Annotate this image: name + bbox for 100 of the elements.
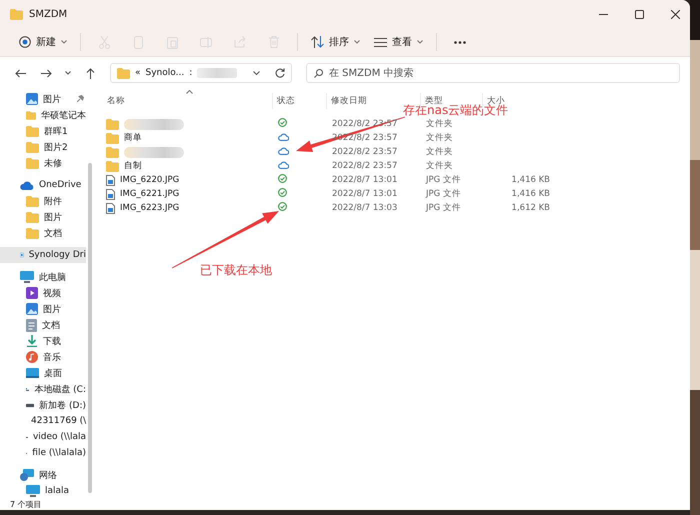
nav-item[interactable]: 视频 [0,285,86,301]
nav-item[interactable]: Synology Dri [0,247,86,263]
nav-item[interactable]: 此电脑 [0,269,86,285]
nav-item[interactable]: 华硕笔记本 [0,107,86,123]
file-name[interactable]: IMG_6221.JPG [120,189,180,199]
nav-item[interactable]: 图片 [0,209,86,225]
paste-icon [166,36,178,48]
copy-icon [134,36,142,48]
type-cell-text: 文件夹 [426,132,454,144]
network-icon [20,469,34,481]
caret-icon [61,40,67,44]
type-cell-text: 文件夹 [426,160,454,172]
date-cell-text: 2022/8/7 13:03 [332,203,398,213]
nav-item[interactable]: 42311769 (\ [0,413,86,429]
breadcrumb[interactable]: : [189,68,192,78]
column-header[interactable]: 状态 [272,93,332,109]
size-cell-text: 1,416 KB [510,175,550,185]
share-icon [234,36,246,48]
folder-icon [106,132,119,144]
nav-item[interactable]: OneDrive [0,177,86,193]
search-field[interactable]: 在 SMZDM 中搜索 [306,63,680,83]
window-title: SMZDM [29,8,68,20]
file-name[interactable]: IMG_6223.JPG [120,203,180,213]
chevron-icon [253,71,260,75]
folder-icon [26,212,39,222]
caret-icon [417,40,423,44]
scrollbar-thumb[interactable] [88,163,92,493]
item-count: 7 个项目 [10,498,42,510]
nav-item[interactable]: 群晖1 [0,123,86,139]
date-cell-text: 2022/8/2 23:57 [332,147,398,157]
search-icon [314,69,323,78]
type-cell-text: 文件夹 [426,118,454,130]
up-arrow-icon [86,68,94,78]
nav-item[interactable]: 附件 [0,193,86,209]
date-cell-text: 2022/8/2 23:57 [332,161,398,171]
maximize-icon [634,10,644,18]
sort-icon [311,36,324,48]
pictures-icon [26,303,38,315]
folder-icon [106,118,119,130]
document-icon [26,318,37,332]
blurred-segment [197,68,238,78]
forward-arrow-icon [40,68,52,78]
folder-icon [10,8,23,20]
nav-item[interactable]: lalala [0,483,86,498]
annotation-text: 已下载在本地 [200,262,272,279]
toolbar-button[interactable]: 排序 [306,31,365,53]
nav-item[interactable]: 网络 [0,467,86,483]
image-file-icon [106,202,115,214]
nav-item[interactable]: 音乐 [0,349,86,365]
refresh-icon[interactable] [275,68,285,78]
type-cell-text: JPG 文件 [426,202,462,214]
back-arrow-icon [14,68,26,78]
nav-item[interactable]: 文档 [0,317,86,333]
image-file-icon [106,188,115,200]
cut-icon [98,36,110,48]
address-bar[interactable]: « Synolo... : [110,63,292,83]
chevron-icon [65,71,71,75]
nav-item[interactable]: 下载 [0,333,86,349]
computer-icon [26,485,40,497]
breadcrumb-overflow[interactable]: « [135,68,141,78]
file-name[interactable]: 自制 [124,160,142,172]
image-file-icon [106,174,115,186]
nav-item[interactable]: 本地磁盘 (C: [0,381,86,397]
drive-icon [26,402,34,408]
type-cell-text: 文件夹 [426,146,454,158]
folder-icon [106,146,119,158]
file-name[interactable]: IMG_6220.JPG [120,175,180,185]
toolbar-button[interactable]: 查看 [369,31,428,53]
date-cell-text: 2022/8/7 13:01 [332,189,398,199]
desktop-icon [26,368,39,378]
nav-item[interactable]: file (\\lalala) [0,445,86,461]
toolbar-button[interactable]: 新建 [14,31,72,53]
nav-item[interactable]: 新加卷 (D:) [0,397,86,413]
nav-item[interactable]: 图片 [0,301,86,317]
file-name[interactable]: 商单 [124,132,142,144]
size-cell-text: 1,612 KB [510,203,550,213]
nav-item[interactable]: 图片2 [0,139,86,155]
nav-item[interactable]: 桌面 [0,365,86,381]
download-icon [26,335,38,347]
type-cell-text: JPG 文件 [426,188,462,200]
nav-item[interactable]: video (\\lala [0,429,86,445]
type-cell-text: JPG 文件 [426,174,462,186]
close-icon [670,10,680,18]
breadcrumb[interactable]: Synolo... [146,68,184,78]
nav-item[interactable]: 文档 [0,225,86,241]
new-icon [19,36,31,48]
nav-item[interactable]: 未修 [0,155,86,171]
size-cell-text: 1,416 KB [510,189,550,199]
delete-icon [269,36,279,48]
folder-icon [26,110,36,120]
folder-icon [26,228,39,238]
more-icon [454,40,466,44]
nav-item[interactable]: 图片 [0,91,86,107]
folder-icon [26,158,39,168]
caret-icon [354,40,360,44]
folder-icon [26,126,39,136]
folder-icon [117,68,130,78]
computer-icon [20,271,34,283]
view-icon [374,38,387,46]
folder-icon [26,196,39,206]
